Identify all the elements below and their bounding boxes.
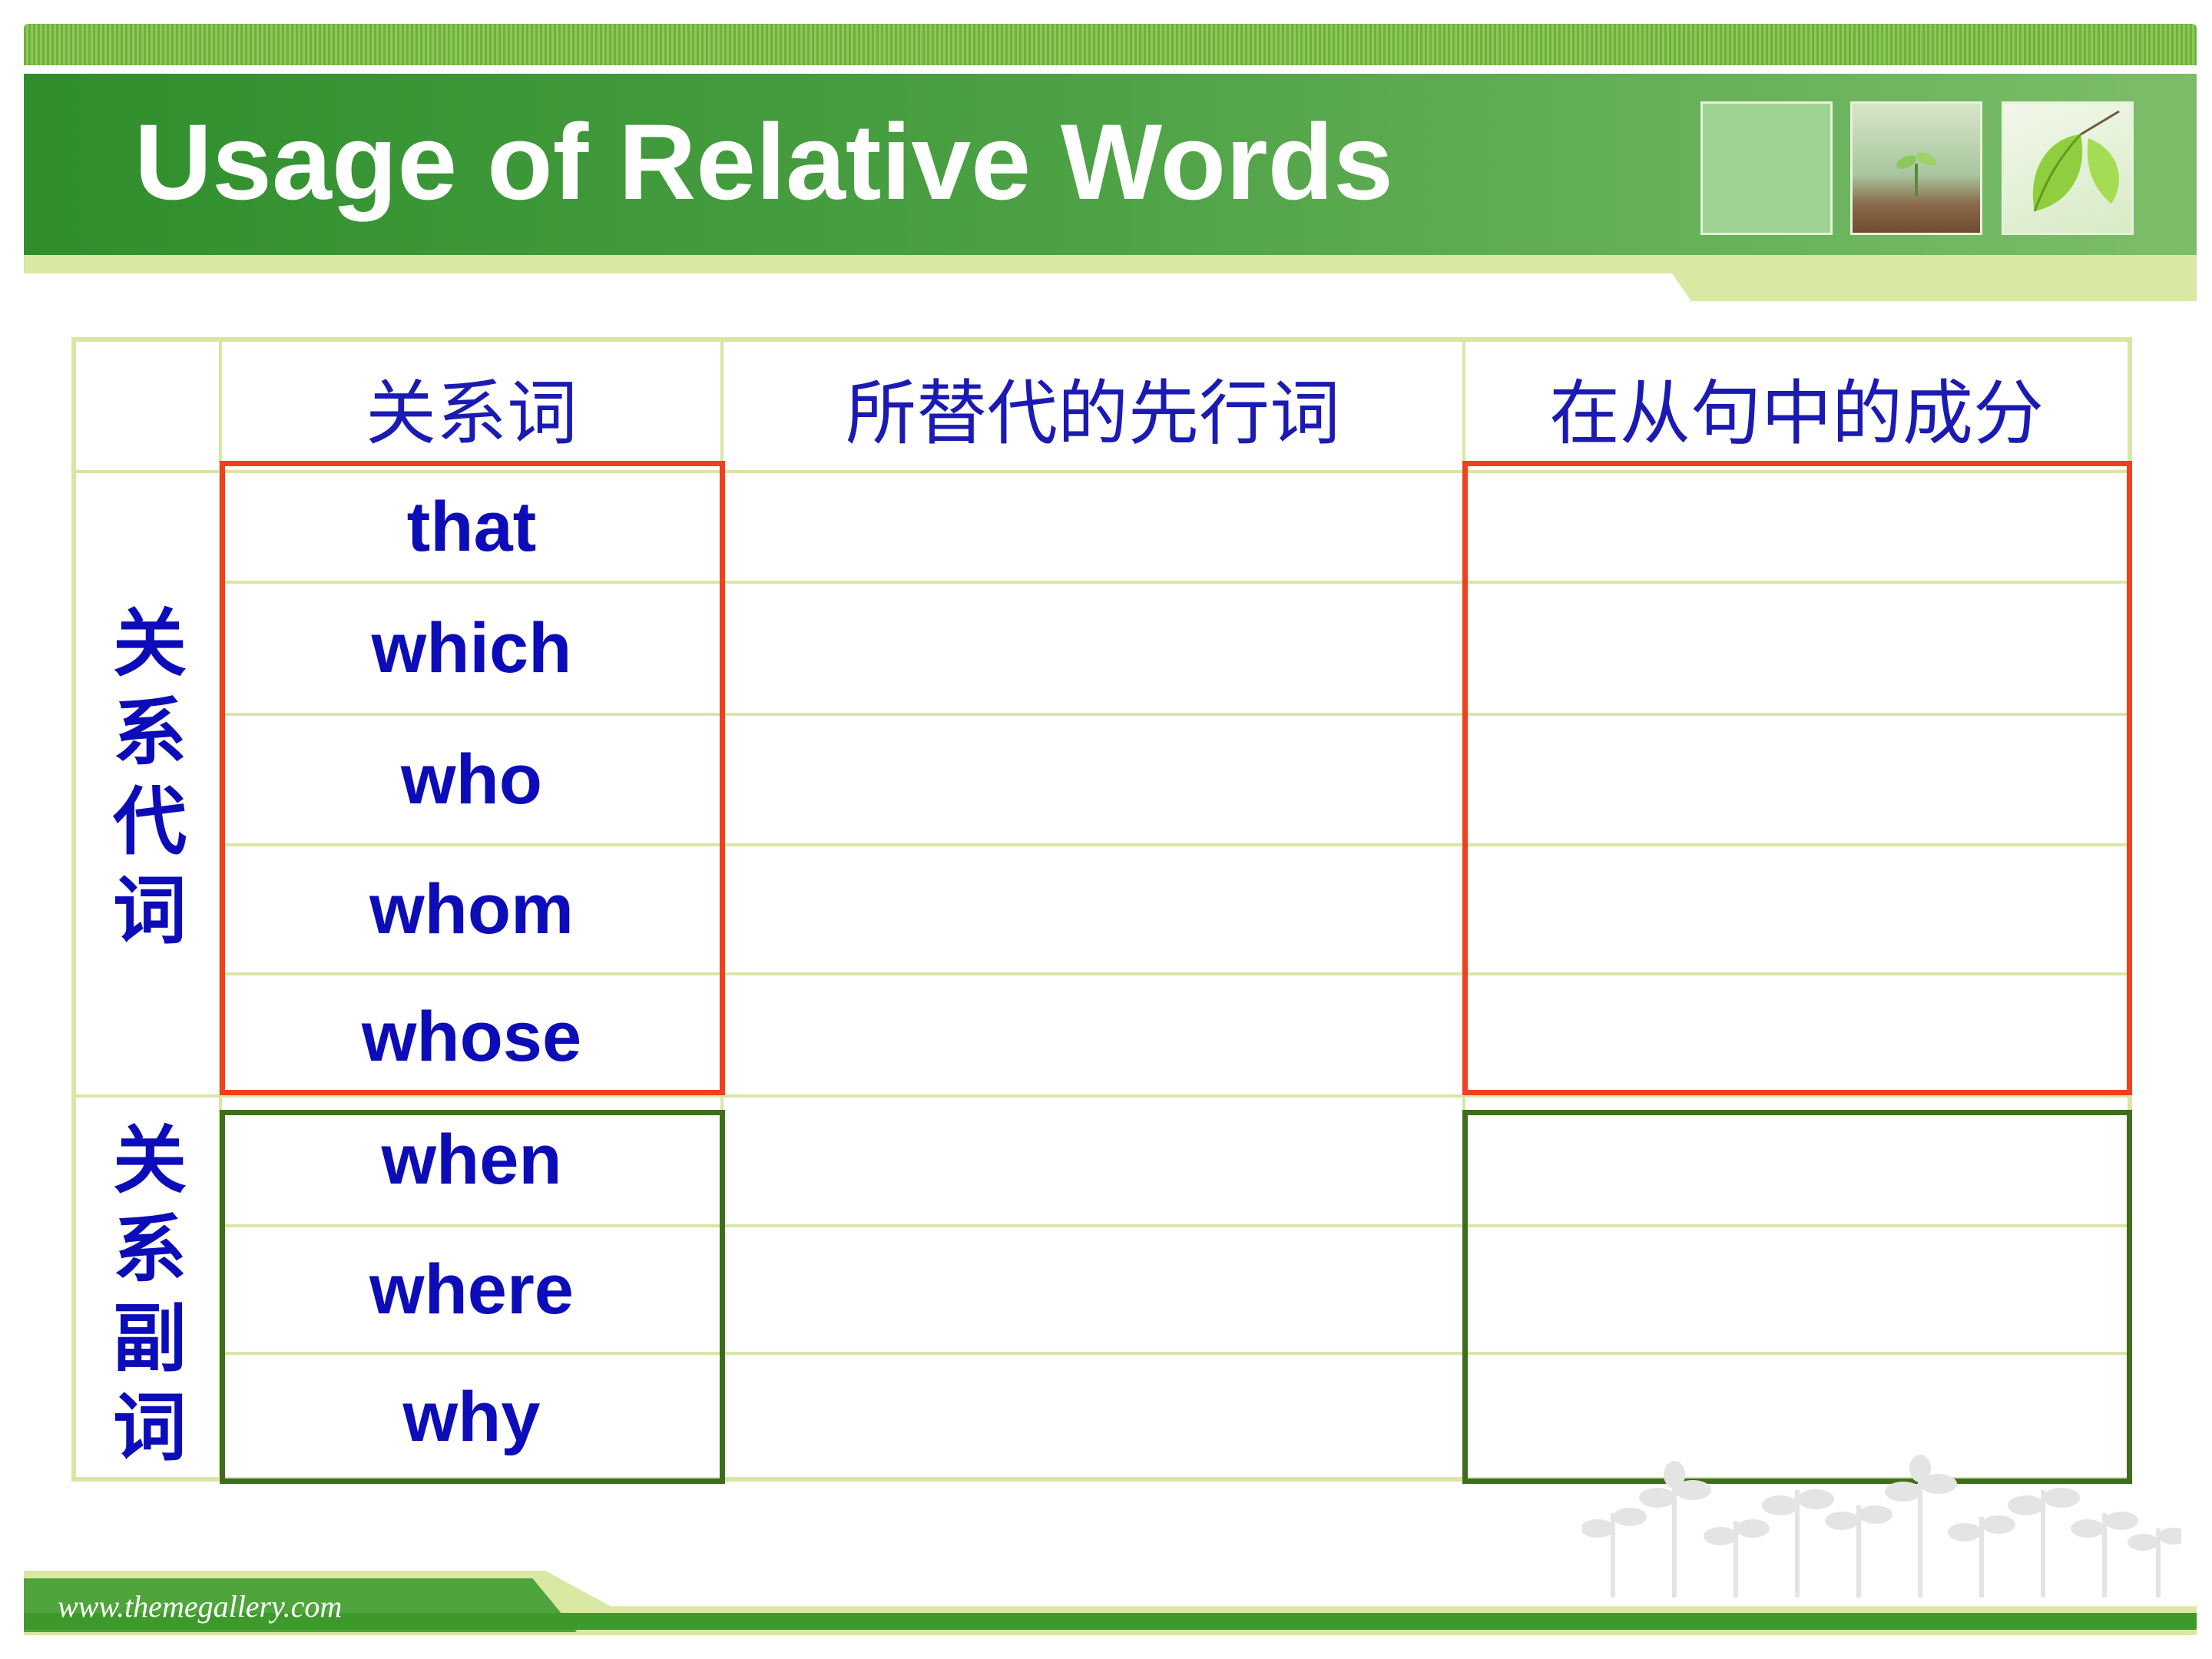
adverb-role-highlight-box [1462,1110,2132,1484]
column-header-antecedent: 所替代的先行词 [845,372,1340,455]
header-thumbnail-plain [1700,101,1833,235]
pronoun-word-highlight-box [220,461,725,1095]
pronoun-role-highlight-box [1462,461,2132,1095]
group-label-relative-pronouns: 关系代词 [113,601,187,954]
footer-line [24,1613,2197,1630]
footer-url: www.themegallery.com [58,1589,343,1624]
header-top-stripe [24,24,2197,65]
column-header-clause-role: 在从句中的成分 [1548,372,2044,455]
plant-silhouettes-decoration-icon [1582,1455,2181,1598]
group-label-relative-adverbs: 关系副词 [113,1118,187,1471]
seedling-photo-icon [1850,101,1982,235]
adverb-word-highlight-box [220,1110,725,1484]
header-accent-strip-right [1659,255,2197,301]
page-title: Usage of Relative Words [134,101,1393,222]
column-header-relative-word: 关系词 [365,372,578,455]
leaf-photo-icon [2002,101,2134,235]
